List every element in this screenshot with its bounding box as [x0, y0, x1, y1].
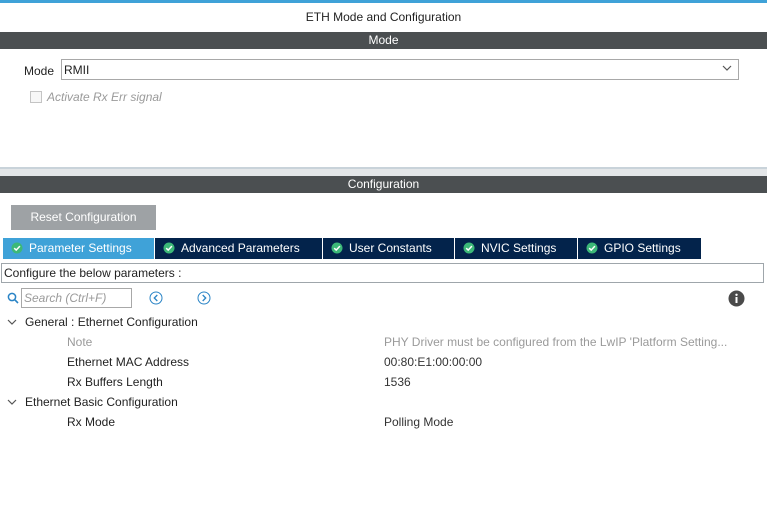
param-value: 00:80:E1:00:00:00 — [384, 355, 483, 369]
panel-splitter[interactable] — [0, 167, 767, 176]
info-icon[interactable] — [728, 290, 745, 307]
parameters-description: Configure the below parameters : — [1, 263, 764, 283]
reset-configuration-button[interactable]: Reset Configuration — [11, 205, 156, 230]
search-next-icon[interactable] — [197, 291, 211, 305]
tab-label: Parameter Settings — [29, 241, 132, 255]
configuration-panel: Reset Configuration Parameter Settings A… — [0, 193, 767, 532]
table-row[interactable]: Ethernet MAC Address 00:80:E1:00:00:00 — [0, 352, 767, 372]
param-name: Ethernet MAC Address — [67, 355, 190, 369]
tree-group-ethernet-basic[interactable]: Ethernet Basic Configuration — [0, 392, 767, 412]
param-name: Note — [67, 335, 93, 349]
chevron-down-icon[interactable] — [7, 397, 17, 407]
tab-label: Advanced Parameters — [181, 241, 300, 255]
tab-label: GPIO Settings — [604, 241, 681, 255]
rx-err-checkbox-label: Activate Rx Err signal — [47, 90, 162, 104]
check-circle-icon — [586, 242, 598, 254]
mode-panel: Mode RMII Activate Rx Err signal — [0, 49, 767, 167]
tab-label: NVIC Settings — [481, 241, 557, 255]
search-previous-icon[interactable] — [149, 291, 163, 305]
tab-parameter-settings[interactable]: Parameter Settings — [3, 238, 155, 259]
mode-select-value: RMII — [64, 63, 90, 77]
check-circle-icon — [11, 242, 23, 254]
tab-user-constants[interactable]: User Constants — [323, 238, 455, 259]
mode-section-header: Mode — [0, 32, 767, 49]
chevron-down-icon — [722, 65, 732, 71]
tab-nvic-settings[interactable]: NVIC Settings — [455, 238, 578, 259]
table-row[interactable]: Note PHY Driver must be configured from … — [0, 332, 767, 352]
rx-err-checkbox[interactable] — [30, 91, 42, 103]
param-value: Polling Mode — [384, 415, 454, 429]
tab-gpio-settings[interactable]: GPIO Settings — [578, 238, 702, 259]
check-circle-icon — [331, 242, 343, 254]
tree-group-general[interactable]: General : Ethernet Configuration — [0, 312, 767, 332]
chevron-down-icon[interactable] — [7, 317, 17, 327]
param-value: PHY Driver must be configured from the L… — [384, 335, 728, 349]
window-title: ETH Mode and Configuration — [0, 3, 767, 32]
table-row[interactable]: Rx Mode Polling Mode — [0, 412, 767, 432]
search-icon — [7, 292, 19, 304]
config-tabs: Parameter Settings Advanced Parameters U… — [3, 238, 763, 259]
tab-label: User Constants — [349, 241, 432, 255]
check-circle-icon — [463, 242, 475, 254]
tree-group-label: General : Ethernet Configuration — [25, 315, 198, 329]
configuration-section-header: Configuration — [0, 176, 767, 193]
check-circle-icon — [163, 242, 175, 254]
tab-advanced-parameters[interactable]: Advanced Parameters — [155, 238, 323, 259]
mode-label: Mode — [24, 64, 55, 78]
param-value: 1536 — [384, 375, 411, 389]
table-row[interactable]: Rx Buffers Length 1536 — [0, 372, 767, 392]
param-name: Rx Buffers Length — [67, 375, 163, 389]
param-name: Rx Mode — [67, 415, 116, 429]
search-input[interactable] — [21, 288, 132, 308]
mode-select[interactable]: RMII — [61, 59, 739, 80]
tree-group-label: Ethernet Basic Configuration — [25, 395, 178, 409]
